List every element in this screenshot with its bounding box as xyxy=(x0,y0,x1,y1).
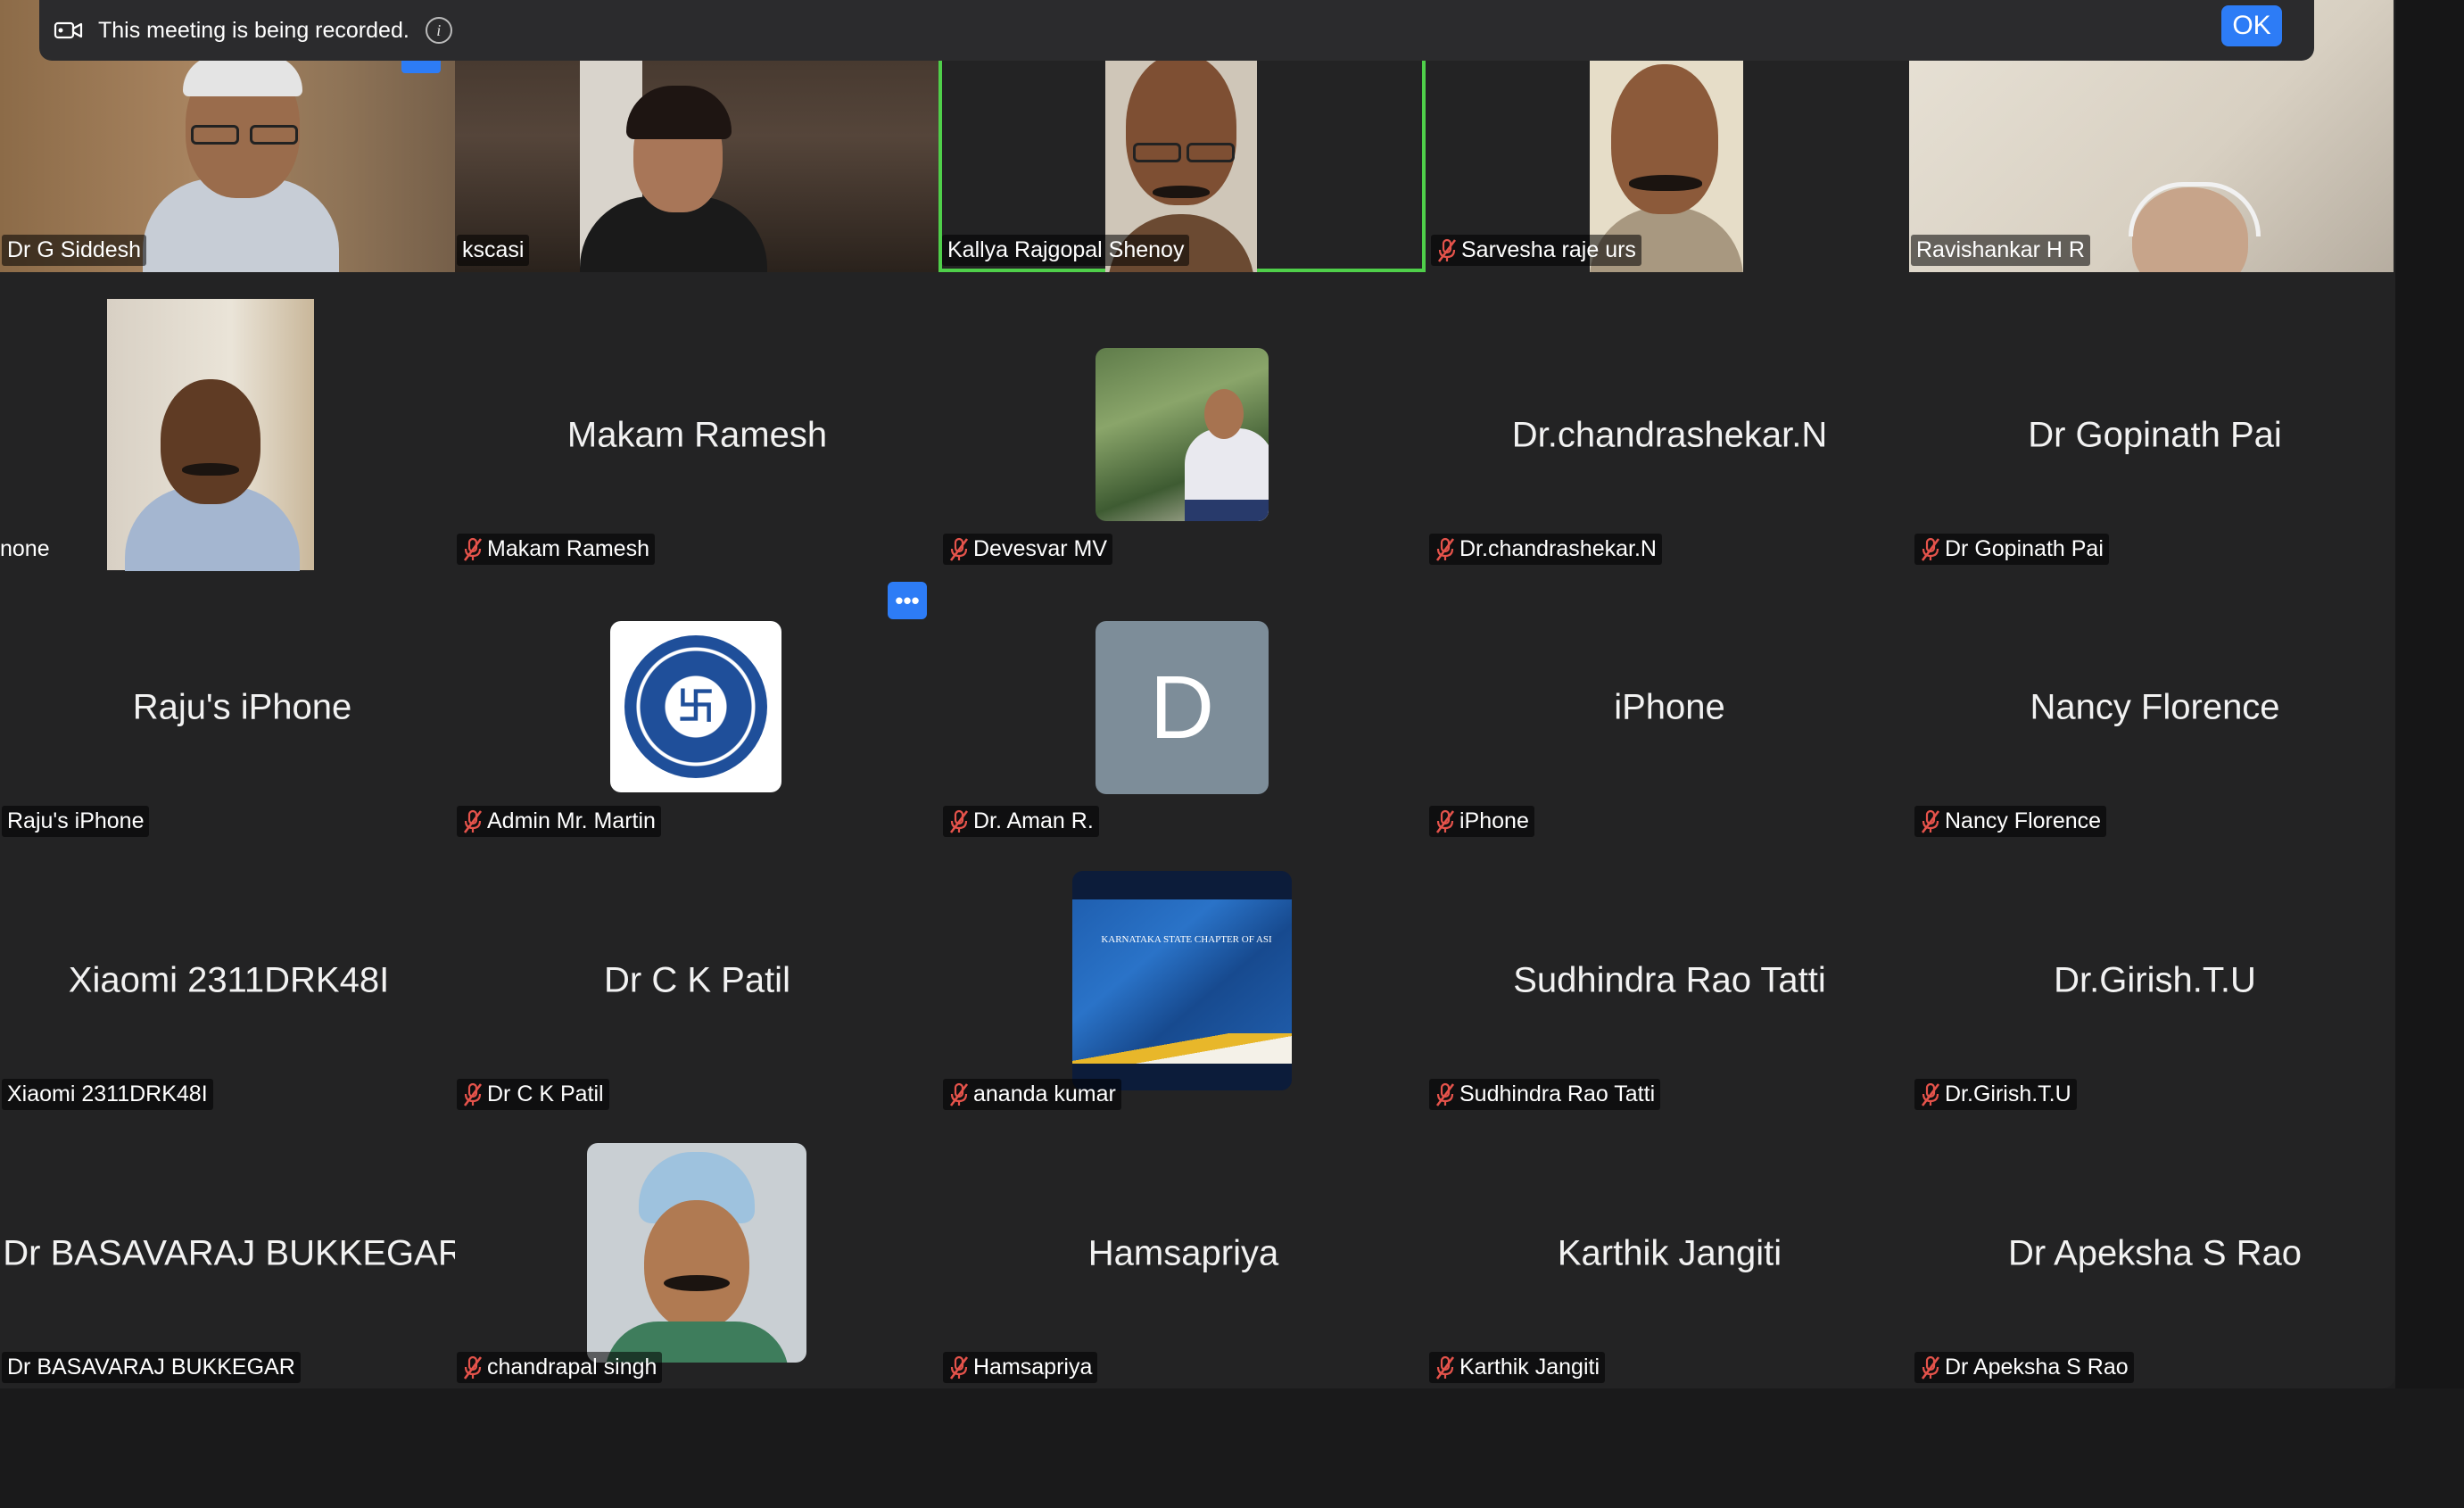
mic-muted-icon xyxy=(462,537,484,562)
mic-muted-icon xyxy=(948,1082,970,1107)
participant-name-tag: Dr BASAVARAJ BUKKEGAR xyxy=(2,1352,301,1383)
video-tile-dr-gopinath-pai[interactable]: Dr Gopinath Pai Dr Gopinath Pai xyxy=(1913,299,2395,571)
participant-display-name: Karthik Jangiti xyxy=(1557,1233,1782,1272)
right-margin xyxy=(2395,0,2464,1388)
participant-display-name: Dr BASAVARAJ BUKKEGAR xyxy=(3,1233,464,1272)
video-tile-xiaomi[interactable]: Xiaomi 2311DRK48I Xiaomi 2311DRK48I xyxy=(0,844,484,1116)
tile-badge xyxy=(401,61,441,73)
participant-name-tag: Dr Gopinath Pai xyxy=(1914,534,2109,565)
participant-name-tag: Dr.chandrashekar.N xyxy=(1429,534,1662,565)
participant-name-tag: Makam Ramesh xyxy=(457,534,655,565)
video-tile-dr-girish-t-u[interactable]: Dr.Girish.T.U Dr.Girish.T.U xyxy=(1913,844,2395,1116)
video-tile-dr-c-k-patil[interactable]: Dr C K Patil Dr C K Patil xyxy=(455,844,939,1116)
participant-display-name: iPhone xyxy=(1614,687,1725,726)
participant-name-tag: none xyxy=(0,536,50,561)
participant-name-tag: Admin Mr. Martin xyxy=(457,806,661,837)
video-tile-dr-aman-r[interactable]: D Dr. Aman R. xyxy=(941,571,1426,843)
participant-display-name: Nancy Florence xyxy=(2030,687,2280,726)
video-tile-devesvar-mv[interactable]: Devesvar MV xyxy=(941,299,1426,571)
video-tile-chandrapal-singh[interactable]: chandrapal singh xyxy=(455,1117,939,1388)
participant-name-tag: Ravishankar H R xyxy=(1911,235,2090,266)
participant-display-name: Makam Ramesh xyxy=(566,415,828,454)
mic-muted-icon xyxy=(1920,809,1941,834)
participant-display-name: Hamsapriya xyxy=(1087,1233,1279,1272)
participant-name-tag: Dr Apeksha S Rao xyxy=(1914,1352,2134,1383)
participant-display-name: Xiaomi 2311DRK48I xyxy=(68,960,390,999)
video-tile-none[interactable]: none xyxy=(0,299,484,571)
participant-name-tag: Xiaomi 2311DRK48I xyxy=(2,1079,213,1110)
recording-notice-text: This meeting is being recorded. xyxy=(98,17,409,43)
participant-name-tag: Dr G Siddesh xyxy=(2,235,147,266)
participant-name-tag: iPhone xyxy=(1429,806,1534,837)
info-icon[interactable]: i xyxy=(425,17,452,44)
participant-name-tag: Dr. Aman R. xyxy=(943,806,1099,837)
video-tile-karthik-jangiti[interactable]: Karthik Jangiti Karthik Jangiti xyxy=(1427,1117,1912,1388)
participant-name-tag: ananda kumar xyxy=(943,1079,1121,1110)
participant-display-name: Dr.Girish.T.U xyxy=(2054,960,2256,999)
mic-muted-icon xyxy=(462,1355,484,1380)
participant-name-tag: Kallya Rajgopal Shenoy xyxy=(942,235,1190,266)
participant-name-tag: Sudhindra Rao Tatti xyxy=(1429,1079,1661,1110)
participant-name-tag: Raju's iPhone xyxy=(2,806,150,837)
participant-name-tag: kscasi xyxy=(457,235,530,266)
video-tile-ananda-kumar[interactable]: KARNATAKA STATE CHAPTER OF ASI ananda ku… xyxy=(941,844,1426,1116)
participant-name-tag: chandrapal singh xyxy=(457,1352,663,1383)
mic-muted-icon xyxy=(948,1355,970,1380)
mic-muted-icon xyxy=(462,809,484,834)
camera-record-icon xyxy=(54,21,83,39)
participant-name-tag: Dr.Girish.T.U xyxy=(1914,1079,2077,1110)
mic-muted-icon xyxy=(1435,537,1456,562)
video-tile-sudhindra-rao-tatti[interactable]: Sudhindra Rao Tatti Sudhindra Rao Tatti xyxy=(1427,844,1912,1116)
video-tile-dr-apeksha-s-rao[interactable]: Dr Apeksha S Rao Dr Apeksha S Rao xyxy=(1913,1117,2395,1388)
mic-muted-icon xyxy=(462,1082,484,1107)
tile-options-button[interactable]: ••• xyxy=(888,582,927,619)
association-logo: 卐 xyxy=(610,621,781,792)
video-tile-admin-mr-martin[interactable]: 卐 Admin Mr. Martin xyxy=(455,571,939,843)
mic-muted-icon xyxy=(1435,809,1456,834)
video-tile-iphone[interactable]: iPhone iPhone xyxy=(1427,571,1912,843)
participant-display-name: Sudhindra Rao Tatti xyxy=(1513,960,1826,999)
video-tile-rajus-iphone[interactable]: Raju's iPhone Raju's iPhone xyxy=(0,571,484,843)
participant-display-name: Raju's iPhone xyxy=(132,687,352,726)
participant-name-tag: Nancy Florence xyxy=(1914,806,2107,837)
participant-name-tag: Sarvesha raje urs xyxy=(1431,235,1641,266)
mic-muted-icon xyxy=(1435,1355,1456,1380)
gallery-grid: Dr G Siddesh kscasi Kallya Rajgopal Shen… xyxy=(0,0,2395,1388)
ok-button[interactable]: OK xyxy=(2221,5,2282,46)
profile-photo xyxy=(587,1143,806,1363)
mic-muted-icon xyxy=(1920,537,1941,562)
mic-muted-icon xyxy=(948,537,970,562)
profile-photo xyxy=(1096,348,1269,521)
participant-name-tag: Dr C K Patil xyxy=(457,1079,609,1110)
mic-muted-icon xyxy=(1920,1082,1941,1107)
mic-muted-icon xyxy=(1436,238,1458,263)
video-tile-hamsapriya[interactable]: Hamsapriya Hamsapriya xyxy=(941,1117,1426,1388)
recording-notice-banner: This meeting is being recorded. i OK xyxy=(39,0,2314,61)
video-tile-dr-chandrashekar-n[interactable]: Dr.chandrashekar.N Dr.chandrashekar.N xyxy=(1427,299,1912,571)
video-tile-makam-ramesh[interactable]: Makam Ramesh Makam Ramesh xyxy=(455,299,939,571)
participant-display-name: Dr.chandrashekar.N xyxy=(1511,415,1828,454)
logo-emblem-icon: 卐 xyxy=(676,685,715,727)
mic-muted-icon xyxy=(1920,1355,1941,1380)
video-tile-dr-basavaraj-bukkegar[interactable]: Dr BASAVARAJ BUKKEGAR Dr BASAVARAJ BUKKE… xyxy=(0,1117,484,1388)
presentation-slide-avatar: KARNATAKA STATE CHAPTER OF ASI xyxy=(1072,871,1292,1090)
participant-display-name: Dr Gopinath Pai xyxy=(2028,415,2282,454)
initial-avatar: D xyxy=(1096,621,1269,794)
participant-display-name: Dr Apeksha S Rao xyxy=(2007,1233,2303,1272)
video-tile-nancy-florence[interactable]: Nancy Florence Nancy Florence xyxy=(1913,571,2395,843)
bottom-area xyxy=(0,1388,2464,1508)
participant-name-tag: Devesvar MV xyxy=(943,534,1113,565)
participant-name-tag: Karthik Jangiti xyxy=(1429,1352,1606,1383)
participant-name-tag: Hamsapriya xyxy=(943,1352,1098,1383)
slide-title: KARNATAKA STATE CHAPTER OF ASI xyxy=(1101,934,1272,945)
mic-muted-icon xyxy=(1435,1082,1456,1107)
mic-muted-icon xyxy=(948,809,970,834)
participant-display-name: Dr C K Patil xyxy=(604,960,790,999)
